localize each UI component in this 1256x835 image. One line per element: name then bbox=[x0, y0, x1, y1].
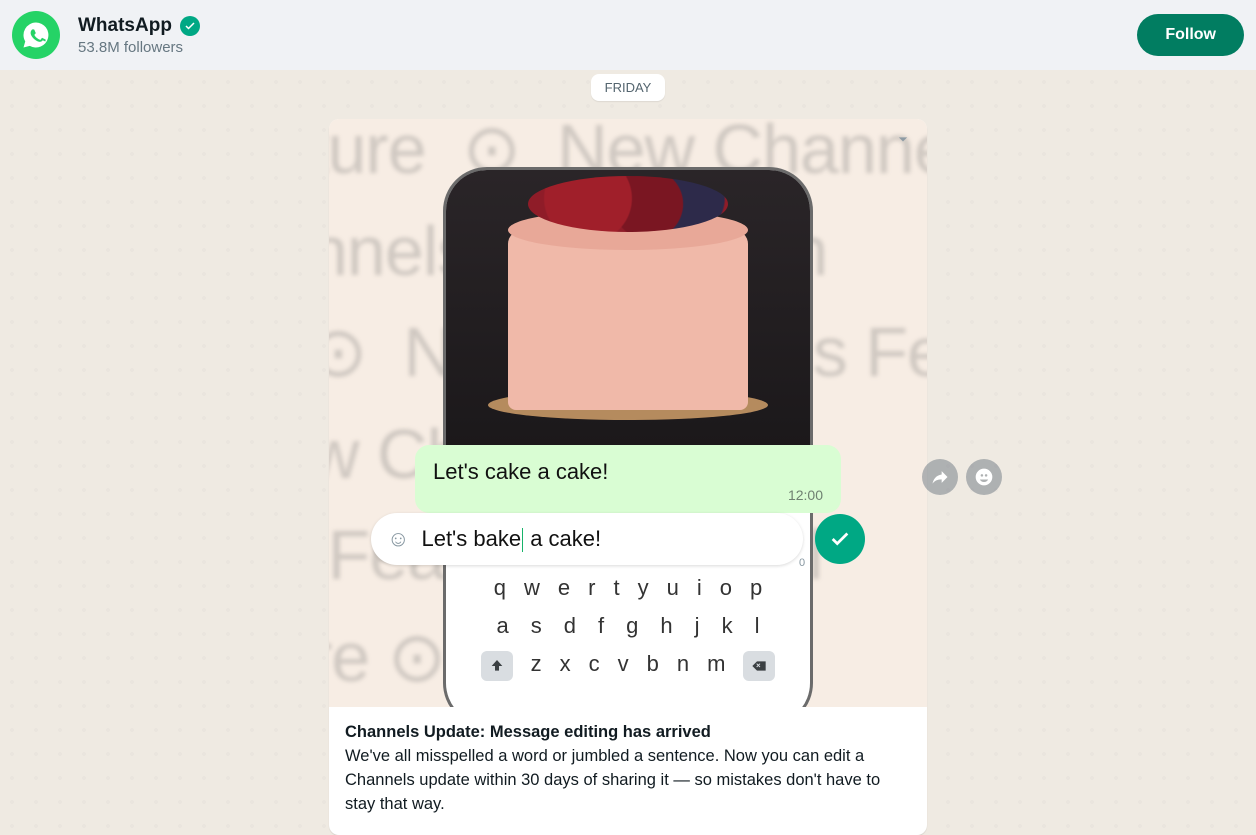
keyboard: qwertyuiop asdfghjkl zxcvbnm bbox=[445, 569, 811, 687]
key-n[interactable]: n bbox=[677, 651, 689, 681]
send-button[interactable] bbox=[815, 514, 865, 564]
backspace-key-icon[interactable] bbox=[743, 651, 775, 681]
channel-header: WhatsApp 53.8M followers Follow bbox=[0, 0, 1256, 70]
key-k[interactable]: k bbox=[722, 613, 733, 639]
forward-button[interactable] bbox=[922, 459, 958, 495]
key-o[interactable]: o bbox=[720, 575, 732, 601]
key-y[interactable]: y bbox=[638, 575, 649, 601]
key-z[interactable]: z bbox=[531, 651, 542, 681]
key-i[interactable]: i bbox=[697, 575, 702, 601]
key-x[interactable]: x bbox=[560, 651, 571, 681]
key-g[interactable]: g bbox=[626, 613, 638, 639]
text-cursor bbox=[522, 528, 523, 552]
key-v[interactable]: v bbox=[618, 651, 629, 681]
post-text: Channels Update: Message editing has arr… bbox=[329, 707, 927, 835]
channel-post[interactable]: ture ⊙ New Channels Feature nnels ⊙ New … bbox=[329, 119, 927, 835]
post-headline: Channels Update: Message editing has arr… bbox=[345, 723, 711, 741]
chat-area: FRIDAY ture ⊙ New Channels Feature nnels… bbox=[0, 70, 1256, 835]
sent-message-bubble: Let's cake a cake! 12:00 bbox=[415, 445, 841, 513]
key-a[interactable]: a bbox=[497, 613, 509, 639]
key-b[interactable]: b bbox=[647, 651, 659, 681]
sent-message-text: Let's cake a cake! bbox=[433, 459, 823, 485]
verified-badge-icon bbox=[180, 16, 200, 36]
key-p[interactable]: p bbox=[750, 575, 762, 601]
compose-input[interactable]: ☺ Let's bake a cake! bbox=[371, 513, 803, 565]
emoji-picker-icon[interactable]: ☺ bbox=[387, 526, 409, 552]
post-body-text: We've all misspelled a word or jumbled a… bbox=[345, 747, 880, 813]
key-q[interactable]: q bbox=[494, 575, 506, 601]
post-media: ture ⊙ New Channels Feature nnels ⊙ New … bbox=[329, 119, 927, 707]
react-button[interactable] bbox=[966, 459, 1002, 495]
key-j[interactable]: j bbox=[695, 613, 700, 639]
key-s[interactable]: s bbox=[531, 613, 542, 639]
key-e[interactable]: e bbox=[558, 575, 570, 601]
key-d[interactable]: d bbox=[564, 613, 576, 639]
channel-avatar[interactable] bbox=[12, 11, 60, 59]
key-w[interactable]: w bbox=[524, 575, 540, 601]
char-count: 0 bbox=[799, 557, 805, 569]
post-menu-chevron-icon[interactable] bbox=[893, 129, 913, 154]
channel-name[interactable]: WhatsApp bbox=[78, 15, 172, 37]
cake-photo bbox=[446, 170, 810, 450]
followers-count: 53.8M followers bbox=[78, 39, 1137, 56]
key-t[interactable]: t bbox=[613, 575, 619, 601]
compose-text: Let's bake a cake! bbox=[421, 526, 601, 552]
follow-button[interactable]: Follow bbox=[1137, 14, 1244, 56]
key-h[interactable]: h bbox=[660, 613, 672, 639]
sent-message-time: 12:00 bbox=[433, 487, 823, 503]
key-c[interactable]: c bbox=[589, 651, 600, 681]
key-m[interactable]: m bbox=[707, 651, 725, 681]
shift-key-icon[interactable] bbox=[481, 651, 513, 681]
key-l[interactable]: l bbox=[755, 613, 760, 639]
key-f[interactable]: f bbox=[598, 613, 604, 639]
whatsapp-logo-icon bbox=[21, 20, 51, 50]
post-side-actions bbox=[922, 459, 1002, 495]
key-u[interactable]: u bbox=[667, 575, 679, 601]
date-divider: FRIDAY bbox=[591, 74, 666, 101]
key-r[interactable]: r bbox=[588, 575, 595, 601]
